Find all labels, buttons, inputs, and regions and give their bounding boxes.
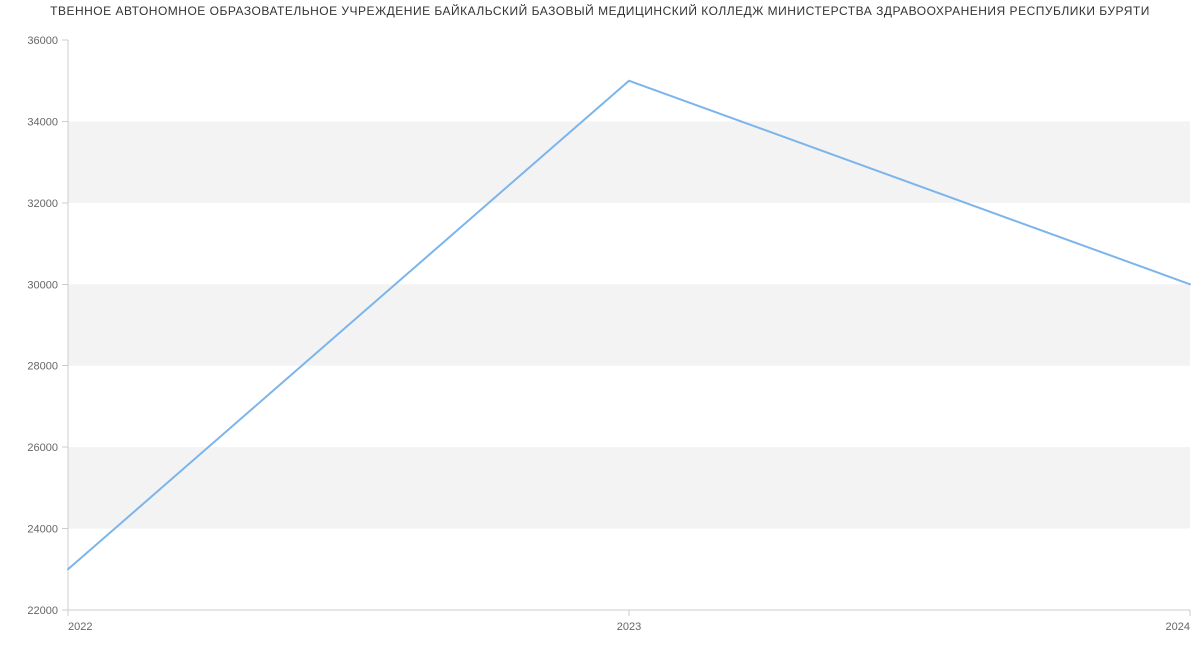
y-tick-label: 22000 [27,605,58,617]
y-tick-label: 36000 [27,35,58,47]
x-tick-label: 2024 [1166,621,1190,633]
chart-svg: 22000 24000 26000 28000 30000 32000 34000 36000… [0,0,1200,650]
y-tick-label: 24000 [27,524,58,536]
plot-band [68,121,1190,202]
x-tick-label: 2022 [68,621,92,633]
plot-band [68,284,1190,365]
plot-band [68,447,1190,528]
y-tick-label: 34000 [27,116,58,128]
x-tick-label: 2023 [617,621,641,633]
chart-container: ТВЕННОЕ АВТОНОМНОЕ ОБРАЗОВАТЕЛЬНОЕ УЧРЕЖ… [0,0,1200,650]
y-tick-label: 32000 [27,198,58,210]
y-tick-label: 26000 [27,442,58,454]
y-tick-label: 30000 [27,279,58,291]
y-tick-label: 28000 [27,361,58,373]
